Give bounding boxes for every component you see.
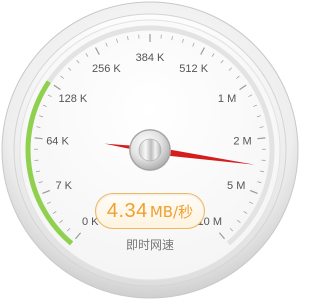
scale-label: 128 K — [59, 93, 88, 105]
major-tick — [257, 137, 266, 140]
scale-label: 64 K — [46, 135, 69, 147]
hub-center — [138, 138, 162, 162]
gauge-dial: 0 K7 K64 K128 K256 K384 K512 K1 M2 M5 M1… — [1, 1, 299, 299]
scale-label: 256 K — [92, 63, 121, 75]
gauge-caption: 即时网速 — [125, 238, 174, 252]
scale-label: 512 K — [179, 63, 208, 75]
speed-gauge: 0 K7 K 64 K 128 K 256 K 384 K 512 K1 M2 M5 M1… — [0, 0, 300, 300]
major-tick — [34, 137, 43, 140]
scale-label: 1 M — [218, 93, 236, 105]
scale-label: 5 M — [227, 180, 245, 192]
speed-value: 4.34 — [106, 199, 148, 222]
speed-unit: MB/秒 — [149, 202, 194, 221]
scale-label: 2 M — [233, 135, 251, 147]
speed-readout: 4.34 MB/秒 — [95, 193, 205, 229]
scale-label: 384 K — [136, 52, 165, 64]
scale-label: 7 K — [56, 180, 73, 192]
